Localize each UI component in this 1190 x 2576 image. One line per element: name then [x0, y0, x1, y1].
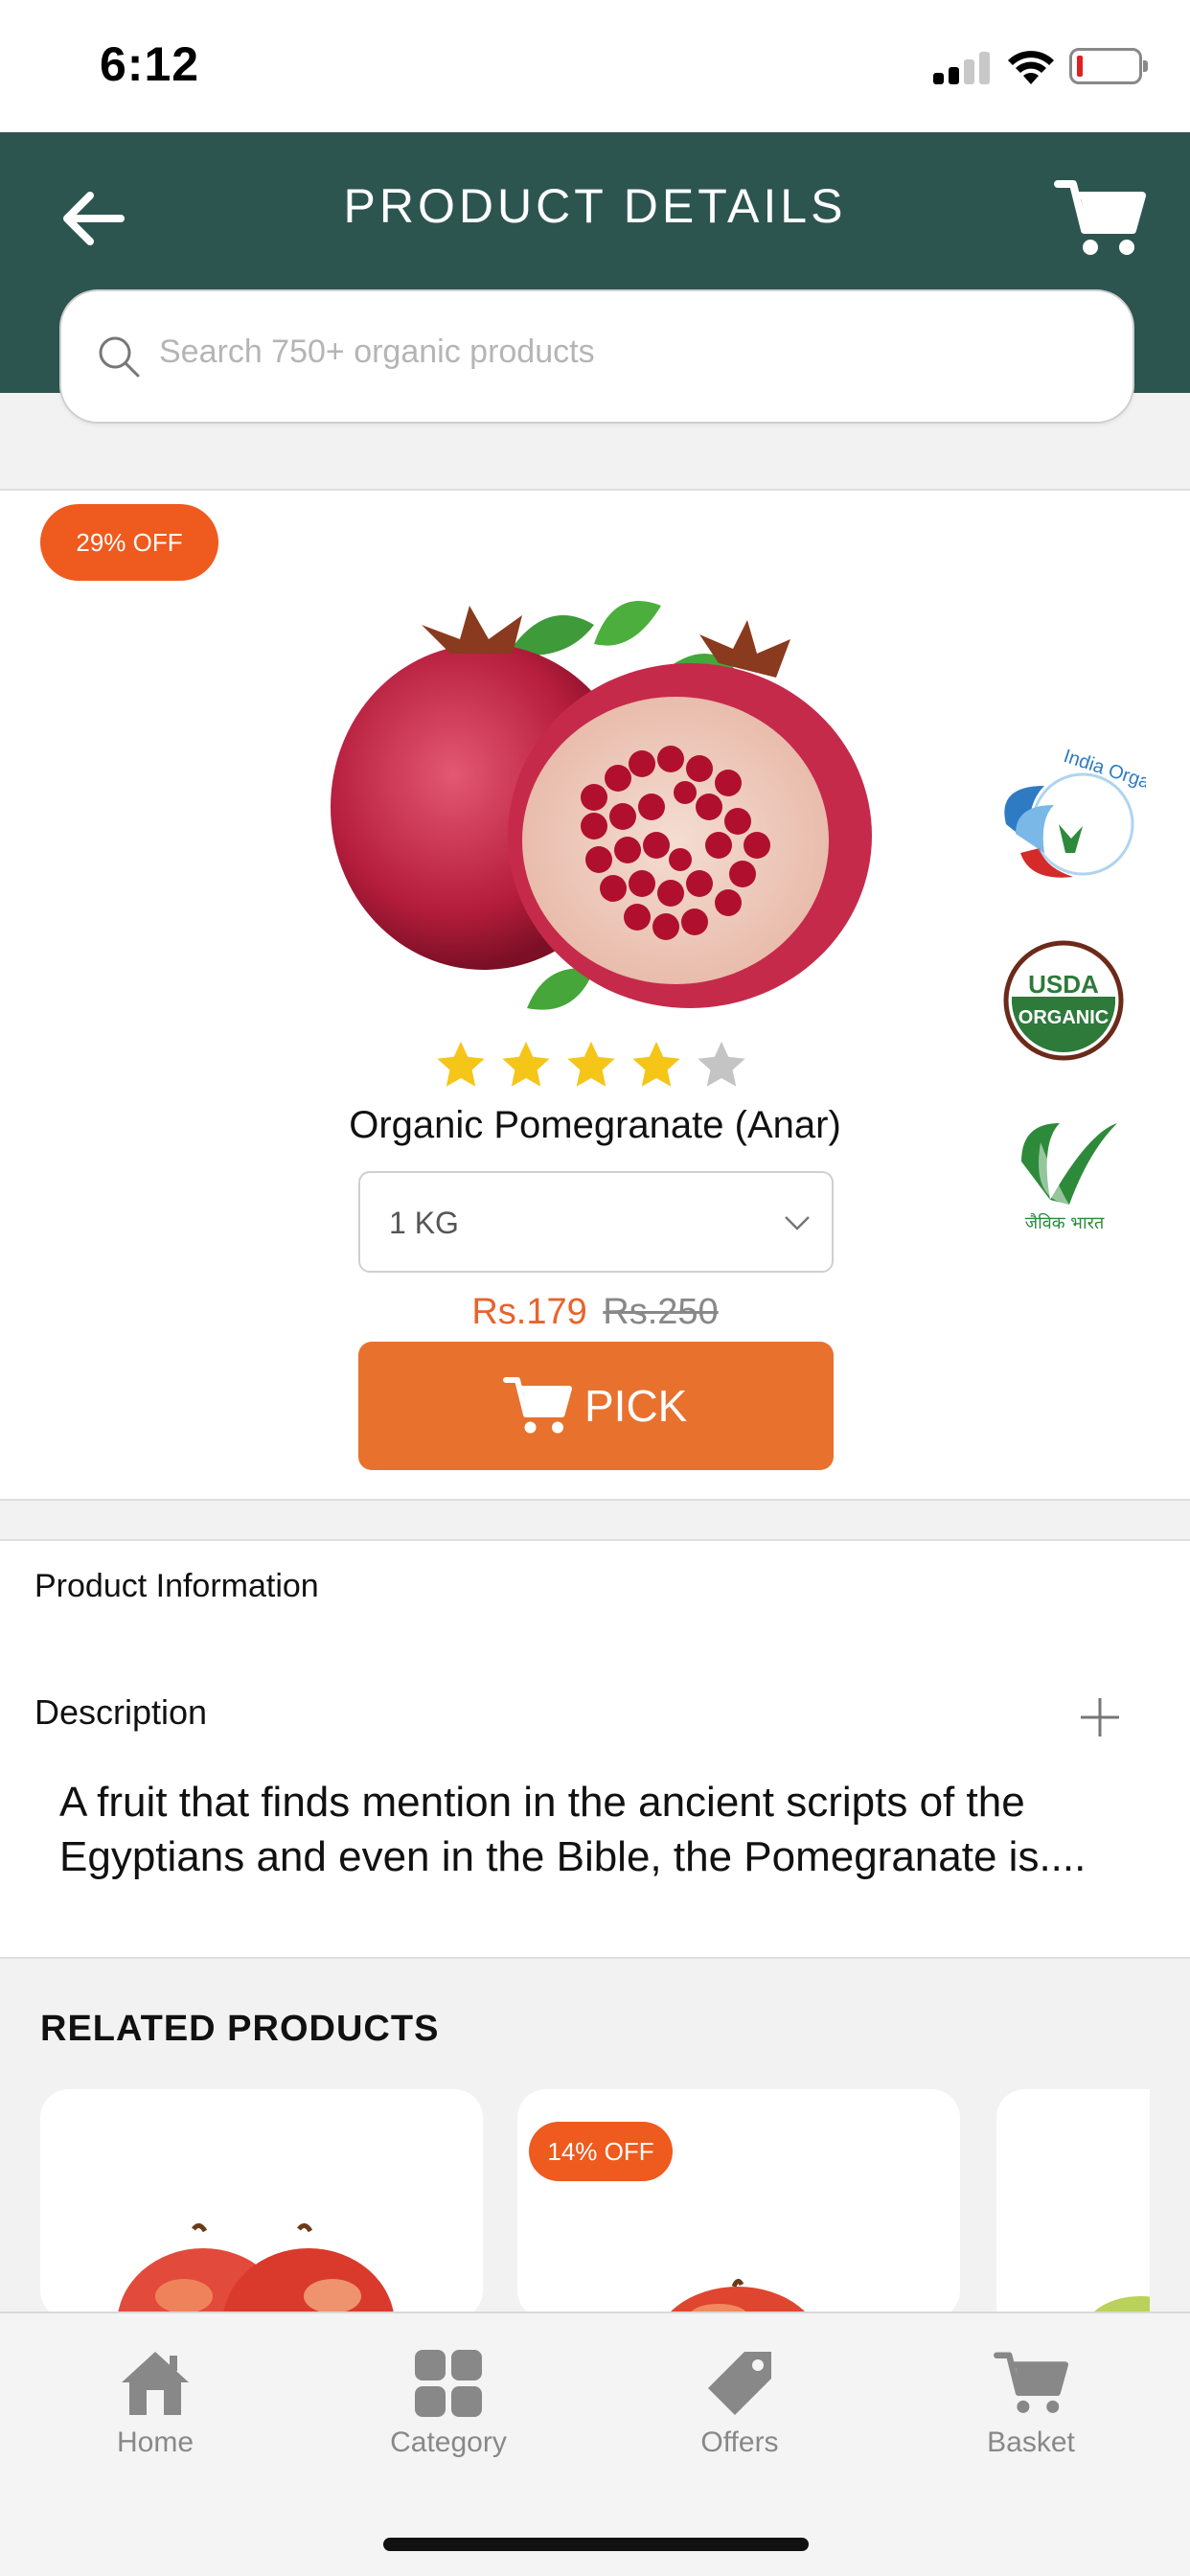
svg-text:जैविक भारत: जैविक भारत	[1025, 1212, 1105, 1233]
search-input[interactable]: Search 750+ organic products	[59, 289, 1134, 424]
description-text: A fruit that finds mention in the ancien…	[59, 1779, 1087, 1880]
category-icon	[415, 2350, 482, 2417]
battery-icon	[1069, 48, 1148, 84]
nav-home-label: Home	[116, 2426, 195, 2458]
home-icon	[122, 2352, 189, 2415]
svg-text:USDA: USDA	[1028, 970, 1099, 999]
nav-offers[interactable]: Offers	[644, 2346, 835, 2471]
basket-cart-icon	[994, 2352, 1068, 2413]
star-rating	[433, 1037, 759, 1094]
product-card: 29% OFF Organic Pomegranate (Anar) 1 KG …	[0, 489, 1190, 1501]
plus-icon[interactable]	[1077, 1694, 1123, 1740]
nav-home[interactable]: Home	[59, 2346, 251, 2471]
cellular-signal-icon	[933, 50, 991, 84]
nav-basket-label: Basket	[987, 2426, 1075, 2458]
cart-icon	[503, 1377, 572, 1434]
jaivik-bharat-logo: जैविक भारत	[1021, 1123, 1117, 1233]
svg-text:ORGANIC: ORGANIC	[1018, 1007, 1109, 1028]
product-information-title: Product Information	[34, 1568, 319, 1604]
status-bar: 6:12	[0, 0, 1190, 132]
home-indicator[interactable]	[383, 2538, 809, 2551]
description-title: Description	[34, 1692, 208, 1732]
nav-basket[interactable]: Basket	[935, 2346, 1127, 2471]
cart-icon[interactable]	[1054, 176, 1146, 261]
related-product-card[interactable]	[40, 2089, 483, 2319]
nav-offers-label: Offers	[700, 2426, 779, 2458]
search-placeholder: Search 750+ organic products	[159, 334, 595, 370]
star-icon-empty	[694, 1037, 749, 1092]
nav-category-label: Category	[390, 2426, 507, 2458]
nav-category[interactable]: Category	[353, 2346, 544, 2471]
page-title: PRODUCT DETAILS	[343, 179, 847, 233]
star-icon-filled	[498, 1037, 554, 1092]
star-icon-filled	[563, 1037, 619, 1092]
discount-badge: 14% OFF	[529, 2122, 673, 2181]
status-time: 6:12	[100, 37, 200, 91]
related-product-card[interactable]: 14% OFF	[517, 2089, 960, 2319]
weight-dropdown[interactable]: 1 KG	[358, 1171, 834, 1273]
related-product-card[interactable]	[996, 2089, 1150, 2319]
apple-image	[117, 2223, 395, 2319]
usda-organic-logo: USDA ORGANIC	[1003, 940, 1124, 1061]
description-section: Description A fruit that finds mention i…	[0, 1668, 1190, 1959]
bottom-navigation: Home Category Offers Basket	[0, 2312, 1190, 2576]
pick-button[interactable]: PICK	[358, 1342, 834, 1470]
discount-badge: 29% OFF	[40, 504, 218, 581]
pomegranate-image	[331, 601, 872, 1010]
price-original: Rs.250	[603, 1292, 719, 1332]
star-icon-filled	[629, 1037, 684, 1092]
related-products-title: RELATED PRODUCTS	[40, 2009, 440, 2049]
india-organic-logo: India Organic	[1004, 748, 1146, 878]
price-row: Rs.179 Rs.250	[0, 1292, 1190, 1333]
product-information-section[interactable]: Product Information	[0, 1539, 1190, 1669]
weight-selected-value: 1 KG	[389, 1206, 459, 1240]
star-icon-filled	[433, 1037, 489, 1092]
price-current: Rs.179	[471, 1292, 587, 1332]
offers-tag-icon	[708, 2352, 771, 2415]
pick-button-label: PICK	[584, 1381, 688, 1431]
chevron-down-icon	[785, 1216, 810, 1230]
wifi-icon	[1008, 51, 1054, 84]
search-icon	[99, 336, 140, 378]
